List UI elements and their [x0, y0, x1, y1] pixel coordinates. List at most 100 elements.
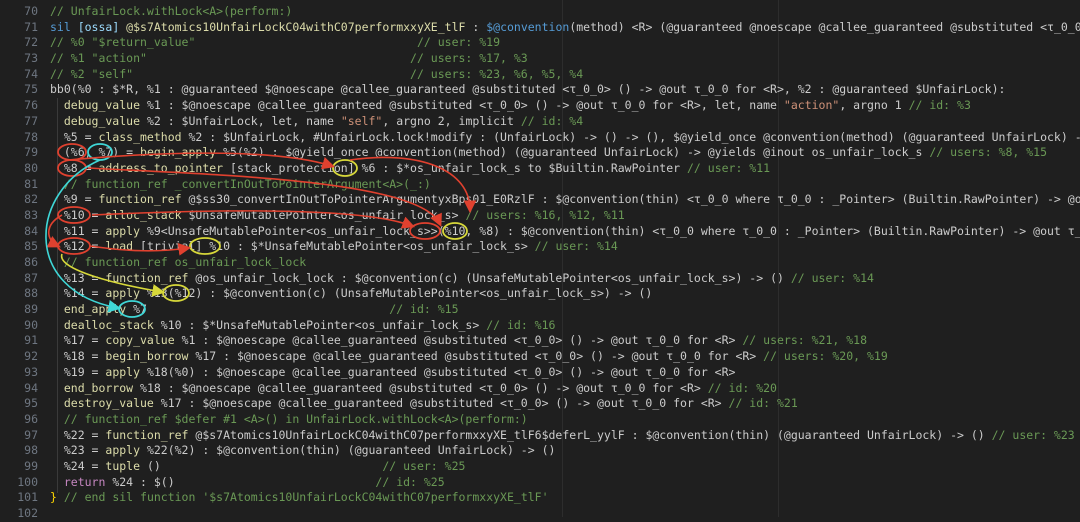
code-line[interactable]: } // end sil function '$s7Atomics10Unfai…	[50, 490, 1080, 506]
code-token: , argno 1	[839, 98, 909, 113]
code-token: sil	[50, 19, 78, 34]
code-token: %13 =	[50, 270, 106, 285]
code-token: function_ref	[98, 192, 189, 207]
code-line[interactable]: %23 = apply %22(%2) : $@convention(thin)…	[50, 443, 1080, 459]
line-number: 79	[24, 145, 38, 160]
code-line[interactable]: %10 = alloc_stack $UnsafeMutablePointer<…	[50, 208, 1080, 224]
code-line[interactable]: %13 = function_ref @os_unfair_lock_lock …	[50, 271, 1080, 287]
code-token: // UnfairLock.withLock<A>(perform:)	[50, 4, 293, 18]
code-line[interactable]: %22 = function_ref @$s7Atomics10UnfairLo…	[50, 428, 1080, 444]
code-token: bb0(%0 : $*R, %1 : @guaranteed $@noescap…	[50, 82, 1006, 97]
code-token: [ossa]	[77, 19, 127, 34]
code-line[interactable]: destroy_value %17 : $@noescape @callee_g…	[50, 396, 1080, 412]
line-number: 96	[24, 411, 38, 426]
code-token: %5(%2) : $@yield_once @convention(method…	[223, 145, 930, 160]
code-token: load	[105, 239, 141, 254]
line-number: 85	[24, 239, 38, 254]
code-token: %8 =	[50, 160, 99, 175]
code-line[interactable]: bb0(%0 : $*R, %1 : @guaranteed $@noescap…	[50, 82, 1080, 98]
code-token: @$ss30_convertInOutToPointerArgumentyxBp…	[188, 192, 1080, 207]
code-token: @os_unfair_lock_lock : $@convention(c) (…	[195, 270, 791, 285]
code-line[interactable]	[50, 506, 1080, 522]
code-area[interactable]: // UnfairLock.withLock<A>(perform:) sil […	[50, 4, 1080, 522]
code-line[interactable]: // function_ref $defer #1 <A>() in Unfai…	[50, 412, 1080, 428]
code-line[interactable]: // UnfairLock.withLock<A>(perform:)	[50, 4, 1080, 20]
code-line[interactable]: debug_value %1 : $@noescape @callee_guar…	[50, 98, 1080, 114]
code-line[interactable]: // function_ref _convertInOutToPointerAr…	[50, 177, 1080, 193]
line-number-gutter: 70 71 72 73 74 75 76 77 78 79 80 81 82 83 84 85 86 87 88 89…	[0, 4, 38, 522]
code-token: tuple	[105, 458, 147, 473]
code-token: class_method	[98, 129, 189, 144]
line-number: 100	[17, 474, 38, 489]
code-token: %11 =	[50, 223, 106, 238]
line-number: 80	[24, 160, 38, 175]
code-token: alloc_stack	[105, 207, 189, 222]
code-token: %13(%12) : $@convention(c) (UnsafeMutabl…	[146, 286, 653, 301]
code-token: // function_ref $defer #1 <A>() in Unfai…	[50, 411, 528, 426]
code-token: // %0 "$return_value" // user: %19	[50, 35, 501, 50]
code-token: %19 =	[50, 364, 106, 379]
code-line[interactable]: // %1 "action" // users: %17, %3	[50, 51, 1080, 67]
line-number: 92	[24, 349, 38, 364]
line-number: 78	[24, 129, 38, 144]
code-token: %9<UnsafeMutablePointer<os_unfair_lock_s…	[146, 223, 1080, 238]
code-line[interactable]: %11 = apply %9<UnsafeMutablePointer<os_u…	[50, 224, 1080, 240]
code-line[interactable]: %5 = class_method %2 : $UnfairLock, #Unf…	[50, 130, 1080, 146]
code-token: %18 =	[50, 349, 106, 364]
line-number: 74	[24, 66, 38, 81]
code-token: %1 : $@noescape @callee_guaranteed @subs…	[146, 98, 784, 113]
code-line[interactable]: sil [ossa] @$s7Atomics10UnfairLockC04wit…	[50, 20, 1080, 36]
code-token: destroy_value	[50, 396, 161, 411]
code-token: return	[50, 474, 113, 489]
code-token: (%6, %7) =	[50, 145, 141, 160]
line-number: 98	[24, 443, 38, 458]
code-token: // %1 "action" // users: %17, %3	[50, 51, 528, 66]
code-token: $@convention	[486, 19, 570, 34]
code-token: // function_ref os_unfair_lock_lock	[50, 255, 307, 269]
code-line[interactable]: %17 = copy_value %1 : $@noescape @callee…	[50, 333, 1080, 349]
code-token: // user: %14	[790, 270, 874, 285]
line-number: 91	[24, 333, 38, 348]
code-token: // end sil function '$s7Atomics10UnfairL…	[63, 490, 549, 505]
code-line[interactable]: (%6, %7) = begin_apply %5(%2) : $@yield_…	[50, 145, 1080, 161]
line-number: 87	[24, 270, 38, 285]
code-line[interactable]: return %24 : $() // id: %25	[50, 475, 1080, 491]
code-line[interactable]: %19 = apply %18(%0) : $@noescape @callee…	[50, 365, 1080, 381]
line-number: 102	[17, 506, 38, 520]
code-token: dealloc_stack	[50, 317, 161, 332]
code-line[interactable]: %8 = address_to_pointer [stack_protectio…	[50, 161, 1080, 177]
code-line[interactable]: %9 = function_ref @$ss30_convertInOutToP…	[50, 192, 1080, 208]
code-line[interactable]: %12 = load [trivial] %10 : $*UnsafeMutab…	[50, 239, 1080, 255]
code-line[interactable]: // %2 "self" // users: %23, %6, %5, %4	[50, 67, 1080, 83]
code-line[interactable]: debug_value %2 : $UnfairLock, let, name …	[50, 114, 1080, 130]
line-number: 90	[24, 317, 38, 332]
code-token: :	[465, 19, 487, 34]
code-token: %22 =	[50, 427, 106, 442]
code-token: [trivial] %10 : $*UnsafeMutablePointer<o…	[140, 239, 535, 254]
code-token: end_apply	[50, 302, 134, 317]
code-token: function_ref	[105, 427, 196, 442]
line-number: 89	[24, 302, 38, 317]
code-line[interactable]: %24 = tuple () // user: %25	[50, 459, 1080, 475]
code-token: apply	[105, 443, 147, 458]
code-line[interactable]: // function_ref os_unfair_lock_lock	[50, 255, 1080, 271]
code-line[interactable]: dealloc_stack %10 : $*UnsafeMutablePoint…	[50, 318, 1080, 334]
line-number: 77	[24, 113, 38, 128]
code-line[interactable]: end_borrow %18 : $@noescape @callee_guar…	[50, 381, 1080, 397]
line-number: 72	[24, 35, 38, 50]
code-editor[interactable]: 70 71 72 73 74 75 76 77 78 79 80 81 82 83 84 85 86 87 88 89…	[0, 0, 1080, 520]
code-token: // user: %23	[991, 427, 1075, 442]
code-line[interactable]: end_apply %7 // id: %15	[50, 302, 1080, 318]
code-token: ()	[146, 458, 383, 473]
code-line[interactable]: // %0 "$return_value" // user: %19	[50, 35, 1080, 51]
line-number: 76	[24, 98, 38, 113]
code-line[interactable]: %14 = apply %13(%12) : $@convention(c) (…	[50, 286, 1080, 302]
code-token: $UnsafeMutablePointer<os_unfair_lock_s>	[188, 207, 466, 222]
code-token: %14 =	[50, 286, 106, 301]
line-number: 75	[24, 82, 38, 97]
code-token: // id: %15	[389, 302, 459, 317]
code-token: %2 : $UnfairLock, let, name	[146, 113, 341, 128]
code-token: , argno 2, implicit	[382, 113, 521, 128]
code-line[interactable]: %18 = begin_borrow %17 : $@noescape @cal…	[50, 349, 1080, 365]
code-token: // users: %21, %18	[742, 333, 867, 348]
